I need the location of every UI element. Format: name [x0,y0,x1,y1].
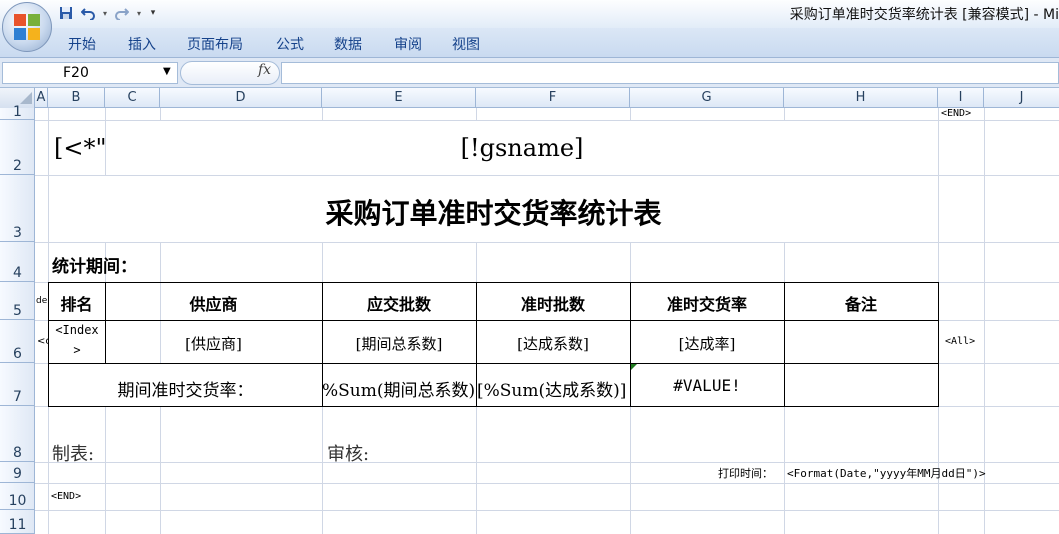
period-label[interactable]: 统计期间： [52,252,137,277]
undo-icon [81,8,95,20]
column-header-e[interactable]: E [322,88,476,108]
cell-index-line2[interactable]: > [49,343,105,357]
name-box-dropdown-icon[interactable]: ▼ [163,66,171,77]
maker-label[interactable]: 制表: [52,440,94,466]
redo-dropdown[interactable]: ▾ [134,3,144,23]
column-header-j[interactable]: J [984,88,1059,108]
cell-i1[interactable]: <END> [941,108,971,119]
quick-access-toolbar: ▾ ▾ ▾ [56,3,160,23]
save-icon [60,7,72,19]
customize-qat-icon: ▾ [150,8,156,18]
cell-a6[interactable]: <c [37,336,48,347]
row-header-5[interactable]: 5 [0,282,35,320]
column-header-a[interactable]: A [35,88,48,108]
error-indicator-icon [631,364,637,370]
tab-home[interactable]: 开始 [68,34,96,54]
formula-input[interactable] [281,62,1059,84]
select-all-triangle-icon [20,92,32,104]
header-remarks[interactable]: 备注 [784,291,938,315]
cell-value-error[interactable]: #VALUE! [630,376,784,395]
ribbon-tab-bar: 开始 插入 页面布局 公式 数据 审阅 视图 [0,28,1059,58]
cell-b2[interactable]: [<*" [54,134,107,162]
cell-index-line1[interactable]: <Index [49,323,105,337]
tab-formulas[interactable]: 公式 [276,34,304,54]
row-header-7[interactable]: 7 [0,363,35,406]
header-due-batches[interactable]: 应交批数 [322,291,476,315]
period-rate-label[interactable]: 期间准时交货率： [49,376,322,401]
row-header-3[interactable]: 3 [0,175,35,242]
tab-insert[interactable]: 插入 [128,34,156,54]
office-button[interactable] [2,2,52,52]
column-header-b[interactable]: B [48,88,105,108]
cell-sum-total[interactable]: %Sum(期间总系数) [322,376,476,401]
cell-gsname[interactable]: [!gsname] [106,134,938,162]
row-header-8[interactable]: 8 [0,406,35,462]
header-ontime-batches[interactable]: 准时批数 [476,291,630,315]
tab-page-layout[interactable]: 页面布局 [187,34,243,54]
insert-function-button[interactable]: fx [258,62,271,78]
reviewer-label[interactable]: 审核: [327,440,369,466]
undo-dropdown[interactable]: ▾ [100,3,110,23]
window-title: 采购订单准时交货率统计表 [兼容模式] - Mi [789,7,1059,23]
print-time-expression[interactable]: <Format(Date,"yyyy年MM月dd日")> [787,465,986,481]
cell-i6[interactable]: <All> [945,336,975,347]
name-box[interactable]: F20 [2,62,178,84]
row-header-6[interactable]: 6 [0,320,35,363]
header-ontime-rate[interactable]: 准时交货率 [630,291,784,315]
cell-period-total[interactable]: [期间总系数] [322,333,476,354]
row-header-9[interactable]: 9 [0,462,35,483]
row-header-2[interactable]: 2 [0,120,35,175]
redo-button[interactable] [112,3,132,23]
cell-a5[interactable]: de [36,296,48,306]
column-header-i[interactable]: I [938,88,984,108]
cell-achieved[interactable]: [达成系数] [476,333,630,354]
column-header-c[interactable]: C [105,88,160,108]
header-supplier[interactable]: 供应商 [105,291,322,315]
print-time-label[interactable]: 打印时间： [718,465,773,481]
row-header-4[interactable]: 4 [0,242,35,282]
sheet-title[interactable]: 采购订单准时交货率统计表 [49,192,938,232]
column-header-f[interactable]: F [476,88,630,108]
cell-sum-achieved[interactable]: [%Sum(达成系数)] [477,376,630,401]
redo-icon [115,8,129,20]
column-header-d[interactable]: D [160,88,322,108]
save-button[interactable] [56,3,76,23]
column-header-g[interactable]: G [630,88,784,108]
undo-button[interactable] [78,3,98,23]
tab-data[interactable]: 数据 [334,34,362,54]
cell-supplier[interactable]: [供应商] [105,333,322,354]
customize-qat-button[interactable]: ▾ [146,3,160,23]
row-header-11[interactable]: 11 [0,510,35,534]
office-logo-icon [14,14,40,40]
row-header-10[interactable]: 10 [0,483,35,510]
tab-review[interactable]: 审阅 [394,34,422,54]
tab-view[interactable]: 视图 [452,34,480,54]
row-header-1[interactable]: 1 [0,105,35,120]
column-header-h[interactable]: H [784,88,938,108]
header-rank[interactable]: 排名 [48,291,105,315]
cell-rate[interactable]: [达成率] [630,333,784,354]
cell-b10[interactable]: <END> [51,491,81,502]
